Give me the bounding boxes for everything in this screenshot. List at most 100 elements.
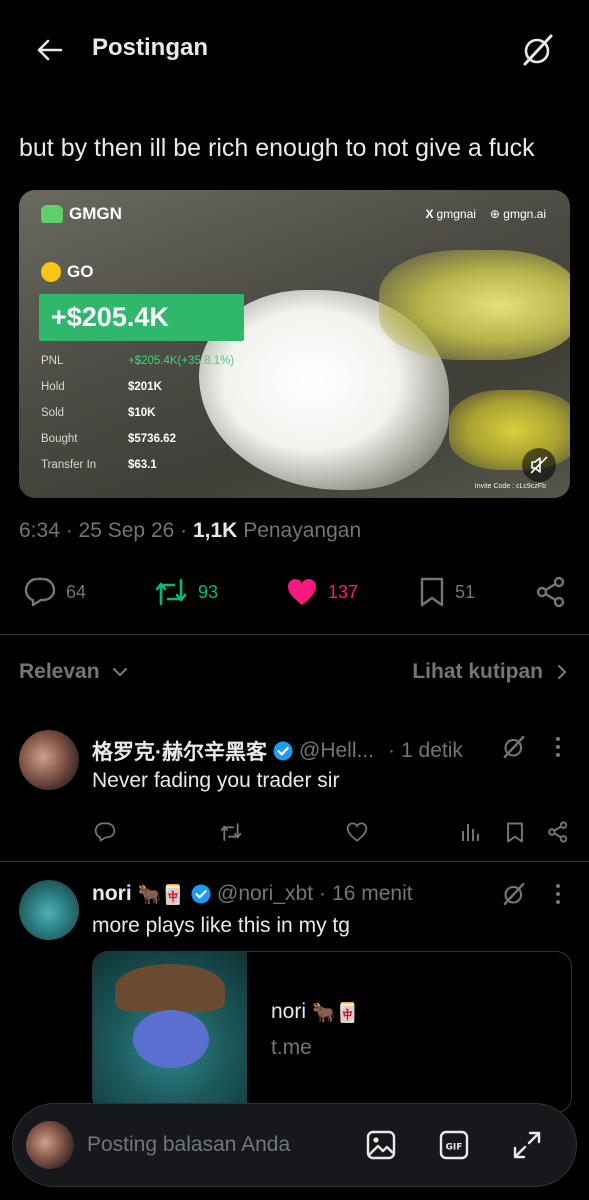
- reply-composer[interactable]: Posting balasan Anda GIF: [12, 1103, 577, 1187]
- heart-icon: [346, 822, 368, 842]
- stat-row: Transfer In $63.1: [41, 459, 157, 471]
- view-label: Penayangan: [243, 519, 362, 542]
- reply-time: 1 detik: [401, 739, 463, 762]
- reply-like-button[interactable]: [344, 819, 370, 845]
- globe-icon: ⊕: [489, 207, 504, 221]
- add-gif-button[interactable]: GIF: [437, 1128, 471, 1162]
- reply-input-placeholder[interactable]: Posting balasan Anda: [87, 1133, 290, 1157]
- media-links: Xgmgnai ⊕ gmgn.ai: [426, 207, 546, 221]
- link-thumbnail: [93, 952, 247, 1112]
- post-media[interactable]: GMGN Xgmgnai ⊕ gmgn.ai GO +$205.4K PNL +$…: [19, 190, 570, 498]
- more-vertical-icon: [556, 884, 560, 904]
- view-quotes-link[interactable]: Lihat kutipan: [412, 660, 567, 684]
- verified-badge-icon: [273, 741, 293, 761]
- grok-icon: [523, 34, 553, 66]
- media-blur: [379, 250, 570, 360]
- expand-composer-button[interactable]: [510, 1128, 544, 1162]
- frog-logo-icon: [41, 205, 63, 223]
- token-label: GO: [67, 262, 94, 281]
- divider: [0, 634, 589, 635]
- expand-icon: [513, 1131, 541, 1159]
- share-icon: [548, 821, 568, 843]
- more-button[interactable]: [548, 883, 568, 905]
- link-title: nori 🐂🀄: [271, 1000, 360, 1024]
- reply-bookmark-button[interactable]: [502, 819, 528, 845]
- post-meta: 6:34 · 25 Sep 26 · 1,1K Penayangan: [19, 519, 362, 542]
- sort-relevance-button[interactable]: Relevan: [19, 660, 128, 684]
- bookmark-icon: [507, 822, 523, 842]
- like-button[interactable]: 137: [286, 568, 358, 616]
- reply-count: 64: [66, 581, 87, 602]
- x-logo-icon: X: [425, 207, 434, 221]
- character-face-shape: [133, 1010, 209, 1068]
- page-title: Postingan: [92, 34, 209, 61]
- reply-share-button[interactable]: [545, 819, 571, 845]
- post-date: 25 Sep 26: [78, 519, 175, 542]
- avatar: [26, 1121, 74, 1169]
- view-count: 1,1K: [192, 519, 238, 542]
- like-count: 137: [328, 581, 359, 602]
- image-icon: [366, 1130, 396, 1160]
- svg-text:GIF: GIF: [446, 1143, 463, 1153]
- back-button[interactable]: [30, 32, 68, 68]
- link-domain: t.me: [271, 1036, 312, 1059]
- stat-row: Hold $201K: [41, 381, 162, 393]
- media-token: GO: [41, 262, 93, 282]
- more-button[interactable]: [548, 736, 568, 758]
- repost-button[interactable]: 93: [154, 568, 218, 616]
- reply-button[interactable]: 64: [24, 568, 86, 616]
- analytics-icon: [462, 824, 479, 841]
- gif-icon: GIF: [439, 1130, 469, 1160]
- reply-views-button[interactable]: [458, 819, 484, 845]
- reply-header: 格罗克·赫尔辛黑客 @Hell... · 1 detik: [92, 736, 463, 766]
- grok-button[interactable]: [518, 30, 558, 70]
- reply-repost-button[interactable]: [218, 819, 244, 845]
- reply-text: Never fading you trader sir: [92, 769, 340, 792]
- media-brand: GMGN: [41, 204, 122, 224]
- avatar[interactable]: [19, 880, 79, 940]
- more-vertical-icon: [556, 737, 560, 757]
- heart-filled-icon: [288, 579, 316, 605]
- view-quotes-label: Lihat kutipan: [412, 660, 543, 683]
- reply-icon: [94, 822, 116, 842]
- grok-button[interactable]: [502, 882, 526, 906]
- pnl-box: +$205.4K: [39, 294, 244, 341]
- name-emoji: 🐂🀄: [137, 883, 185, 906]
- reply-handle: @Hell...: [299, 739, 374, 762]
- cowboy-hat-shape: [115, 964, 225, 1012]
- chevron-right-icon: [557, 664, 567, 680]
- sort-label: Relevan: [19, 660, 100, 683]
- reply-author-name[interactable]: 格罗克·赫尔辛黑客: [92, 736, 267, 766]
- invite-code: Invite Code : cLc9czFb: [474, 483, 546, 490]
- chevron-down-icon: [112, 667, 127, 677]
- avatar[interactable]: [19, 730, 79, 790]
- divider: [0, 861, 589, 862]
- repost-icon: [155, 578, 187, 606]
- grok-button[interactable]: [502, 735, 526, 759]
- muted-speaker-icon: [530, 456, 548, 474]
- reply-reply-button[interactable]: [92, 819, 118, 845]
- add-image-button[interactable]: [364, 1128, 398, 1162]
- post-action-bar: 64 93 137 51: [0, 568, 589, 616]
- reply-handle: @nori_xbt: [217, 882, 314, 905]
- verified-badge-icon: [191, 884, 211, 904]
- reply-icon: [24, 577, 56, 607]
- link-preview-card[interactable]: nori 🐂🀄 t.me: [92, 951, 572, 1113]
- bookmark-button[interactable]: 51: [419, 568, 475, 616]
- share-button[interactable]: [535, 568, 567, 616]
- reply-time: 16 menit: [332, 882, 413, 905]
- mute-button[interactable]: [522, 448, 556, 482]
- media-link-site: gmgn.ai: [503, 207, 546, 221]
- arrow-left-icon: [37, 39, 63, 61]
- media-brand-label: GMGN: [69, 204, 122, 223]
- bookmark-count: 51: [455, 581, 476, 602]
- repost-count: 93: [198, 581, 219, 602]
- share-icon: [536, 576, 565, 608]
- grok-icon: [503, 882, 525, 906]
- reply-text: more plays like this in my tg: [92, 914, 350, 937]
- post-time: 6:34: [19, 519, 60, 542]
- media-stats: PNL +$205.4K(+35.8.1%) Hold $201K Sold $10K…: [41, 348, 234, 478]
- token-icon: [41, 262, 61, 282]
- reply-author-name[interactable]: nori: [92, 882, 132, 906]
- repost-icon: [220, 823, 242, 841]
